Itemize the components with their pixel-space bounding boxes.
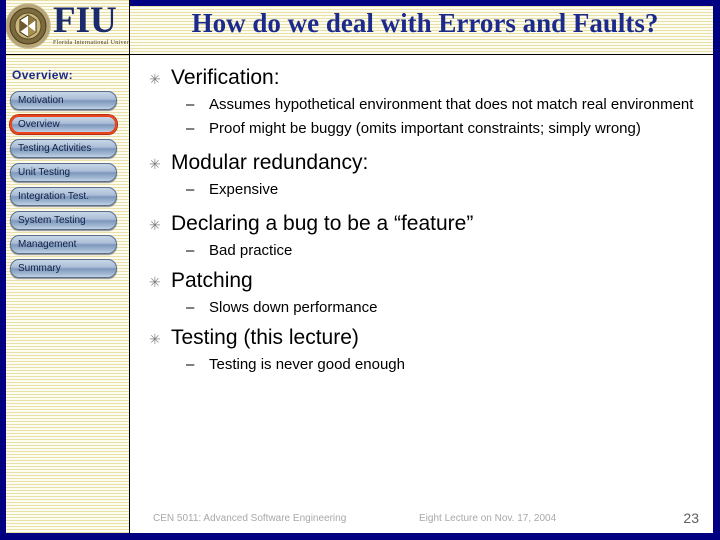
bullet-level-1-text: Declaring a bug to be a “feature”	[171, 212, 474, 235]
sidebar-item-label: Motivation	[18, 95, 64, 106]
footer-course-label: CEN 5011: Advanced Software Engineering	[153, 513, 347, 524]
sidebar-item-integration-test[interactable]: Integration Test.	[10, 187, 117, 206]
asterisk-bullet-icon: ✳	[149, 217, 161, 233]
bullet-level-1: ✳ Declaring a bug to be a “feature”	[131, 211, 713, 237]
asterisk-bullet-icon: ✳	[149, 156, 161, 172]
bullet-level-1: ✳ Testing (this lecture)	[131, 325, 713, 351]
dash-bullet-icon: –	[186, 299, 195, 316]
bullet-level-2-text: Testing is never good enough	[209, 356, 405, 373]
bullet-level-1: ✳ Patching	[131, 268, 713, 294]
sidebar-heading: Overview:	[12, 68, 73, 82]
bullet-level-2: – Proof might be buggy (omits important c…	[131, 118, 713, 139]
dash-bullet-icon: –	[186, 181, 195, 198]
sidebar-navigation: Overview: Motivation Overview Testing Acti…	[0, 55, 130, 534]
bullet-level-2: – Bad practice	[131, 240, 713, 261]
slide-footer: CEN 5011: Advanced Software Engineering …	[131, 507, 713, 533]
sidebar-item-overview[interactable]: Overview	[10, 115, 117, 134]
sidebar-item-management[interactable]: Management	[10, 235, 117, 254]
university-seal-icon	[5, 3, 51, 49]
dash-bullet-icon: –	[186, 242, 195, 259]
bullet-level-2-text: Bad practice	[209, 242, 293, 259]
dash-bullet-icon: –	[186, 96, 195, 113]
bullet-level-2-text: Expensive	[209, 181, 279, 198]
bullet-level-1: ✳ Modular redundancy:	[131, 150, 713, 176]
bullet-level-2-text: Proof might be buggy (omits important co…	[209, 120, 641, 137]
frame-bar-right	[713, 0, 720, 534]
sidebar-item-unit-testing[interactable]: Unit Testing	[10, 163, 117, 182]
bullet-level-1-text: Patching	[171, 269, 253, 292]
dash-bullet-icon: –	[186, 120, 195, 137]
asterisk-bullet-icon: ✳	[149, 331, 161, 347]
bullet-level-1-text: Verification:	[171, 66, 280, 89]
dash-bullet-icon: –	[186, 356, 195, 373]
sidebar-item-list: Motivation Overview Testing Activities Unit…	[10, 91, 120, 283]
sidebar-item-label: Testing Activities	[18, 143, 92, 154]
footer-lecture-label: Eight Lecture on Nov. 17, 2004	[419, 513, 557, 524]
sidebar-item-label: Management	[18, 239, 77, 250]
sidebar-item-label: Summary	[18, 263, 61, 274]
slide-content: ✳ Verification: – Assumes hypothetical envi…	[131, 56, 713, 534]
sidebar-item-label: System Testing	[18, 215, 86, 226]
sidebar-item-testing-activities[interactable]: Testing Activities	[10, 139, 117, 158]
presentation-slide: FIU Florida International University How…	[0, 0, 720, 540]
fiu-logo-block: FIU Florida International University	[0, 0, 130, 55]
frame-bar-left	[0, 0, 6, 534]
sidebar-item-system-testing[interactable]: System Testing	[10, 211, 117, 230]
bullet-level-2: – Testing is never good enough	[131, 354, 713, 375]
frame-bar-top	[130, 0, 720, 6]
bullet-level-1-text: Testing (this lecture)	[171, 326, 359, 349]
sidebar-item-summary[interactable]: Summary	[10, 259, 117, 278]
sidebar-item-label: Integration Test.	[18, 191, 89, 202]
sidebar-item-motivation[interactable]: Motivation	[10, 91, 117, 110]
sidebar-item-label: Overview	[18, 119, 60, 130]
fiu-wordmark: FIU	[53, 0, 117, 41]
asterisk-bullet-icon: ✳	[149, 274, 161, 290]
fiu-subtitle: Florida International University	[53, 40, 130, 46]
asterisk-bullet-icon: ✳	[149, 71, 161, 87]
bullet-level-2: – Slows down performance	[131, 297, 713, 318]
bullet-level-1-text: Modular redundancy:	[171, 151, 369, 174]
bullet-level-2: – Assumes hypothetical environment that d…	[131, 94, 713, 115]
title-band: How do we deal with Errors and Faults?	[130, 0, 720, 55]
page-title: How do we deal with Errors and Faults?	[191, 8, 659, 38]
frame-bar-bottom	[0, 533, 720, 540]
slide-page-number: 23	[683, 510, 699, 526]
bullet-level-2: – Expensive	[131, 179, 713, 200]
bullet-level-2-text: Assumes hypothetical environment that do…	[209, 96, 694, 113]
sidebar-item-label: Unit Testing	[18, 167, 71, 178]
bullet-level-1: ✳ Verification:	[131, 65, 713, 91]
bullet-level-2-text: Slows down performance	[209, 299, 378, 316]
